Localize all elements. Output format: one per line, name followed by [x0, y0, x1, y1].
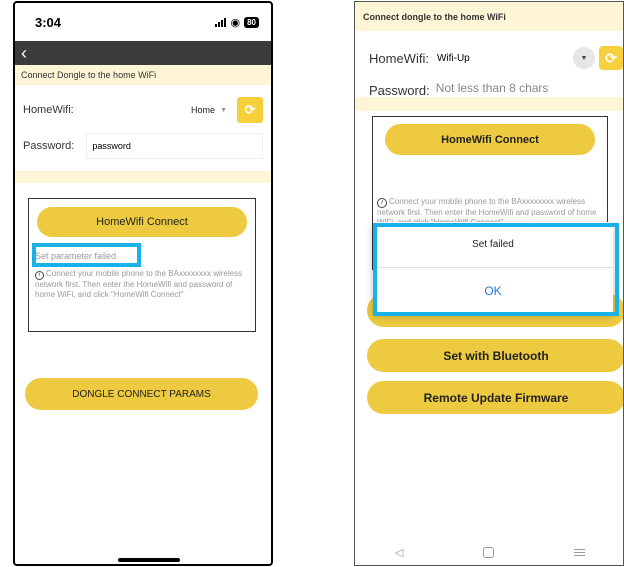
password-label: Password: — [369, 82, 430, 98]
ios-phone-screen: 3:04 ◉ 80 ‹ Connect Dongle to the home W… — [13, 1, 273, 566]
status-time: 3:04 — [35, 14, 62, 30]
homewifi-select[interactable]: Home ▼ — [191, 105, 227, 115]
set-with-bluetooth-button[interactable]: Set with Bluetooth — [367, 339, 623, 372]
refresh-icon: ⟳ — [244, 102, 256, 117]
navigation-bar: ‹ — [15, 41, 271, 65]
status-icons: ◉ 80 — [215, 16, 259, 29]
refresh-icon: ⟳ — [605, 49, 617, 66]
section-divider — [355, 97, 623, 111]
refresh-button[interactable]: ⟳ — [237, 97, 263, 123]
remote-update-firmware-button[interactable]: Remote Update Firmware — [367, 381, 623, 414]
signal-icon — [215, 17, 227, 27]
homewifi-label: HomeWifi: — [369, 50, 429, 66]
android-phone-screen: Connect dongle to the home WiFi HomeWifi… — [354, 1, 624, 566]
chevron-left-icon[interactable]: ‹ — [21, 44, 27, 62]
homewifi-connect-button[interactable]: HomeWifi Connect — [385, 124, 595, 155]
info-icon: i — [377, 198, 387, 208]
page-title: Connect dongle to the home WiFi — [355, 2, 623, 31]
refresh-button[interactable]: ⟳ — [599, 46, 623, 70]
highlight-box — [373, 223, 619, 316]
password-row: Password: password — [15, 131, 271, 161]
home-square-icon[interactable] — [483, 546, 495, 558]
dongle-connect-params-button[interactable]: DONGLE CONNECT PARAMS — [25, 378, 258, 410]
menu-lines-icon[interactable] — [574, 548, 586, 556]
homewifi-label: HomeWifi: — [23, 104, 74, 116]
battery-icon: 80 — [244, 16, 259, 28]
section-divider — [15, 171, 271, 183]
homewifi-value: Wifi-Up — [436, 52, 470, 64]
status-bar: 3:04 ◉ 80 — [15, 3, 271, 41]
comparison-screenshot: 3:04 ◉ 80 ‹ Connect Dongle to the home W… — [0, 0, 624, 567]
back-triangle-icon[interactable]: ◁ — [395, 546, 403, 559]
android-navigation-bar: ◁ — [355, 538, 623, 565]
page-title: Connect Dongle to the home WiFi — [15, 65, 271, 85]
password-label: Password: — [23, 140, 75, 152]
dropdown-button[interactable]: ▼ — [573, 47, 595, 69]
homewifi-connect-button[interactable]: HomeWifi Connect — [37, 207, 247, 237]
homewifi-row: HomeWifi: Home ▼ ⟳ — [15, 93, 271, 127]
caret-down-icon: ▼ — [220, 106, 227, 114]
caret-down-icon: ▼ — [580, 54, 588, 62]
homewifi-value: Home — [191, 105, 216, 115]
homewifi-row: HomeWifi: Wifi-Up ▼ ⟳ — [355, 39, 623, 77]
wifi-icon: ◉ — [230, 16, 241, 29]
password-input[interactable]: password — [86, 133, 263, 159]
